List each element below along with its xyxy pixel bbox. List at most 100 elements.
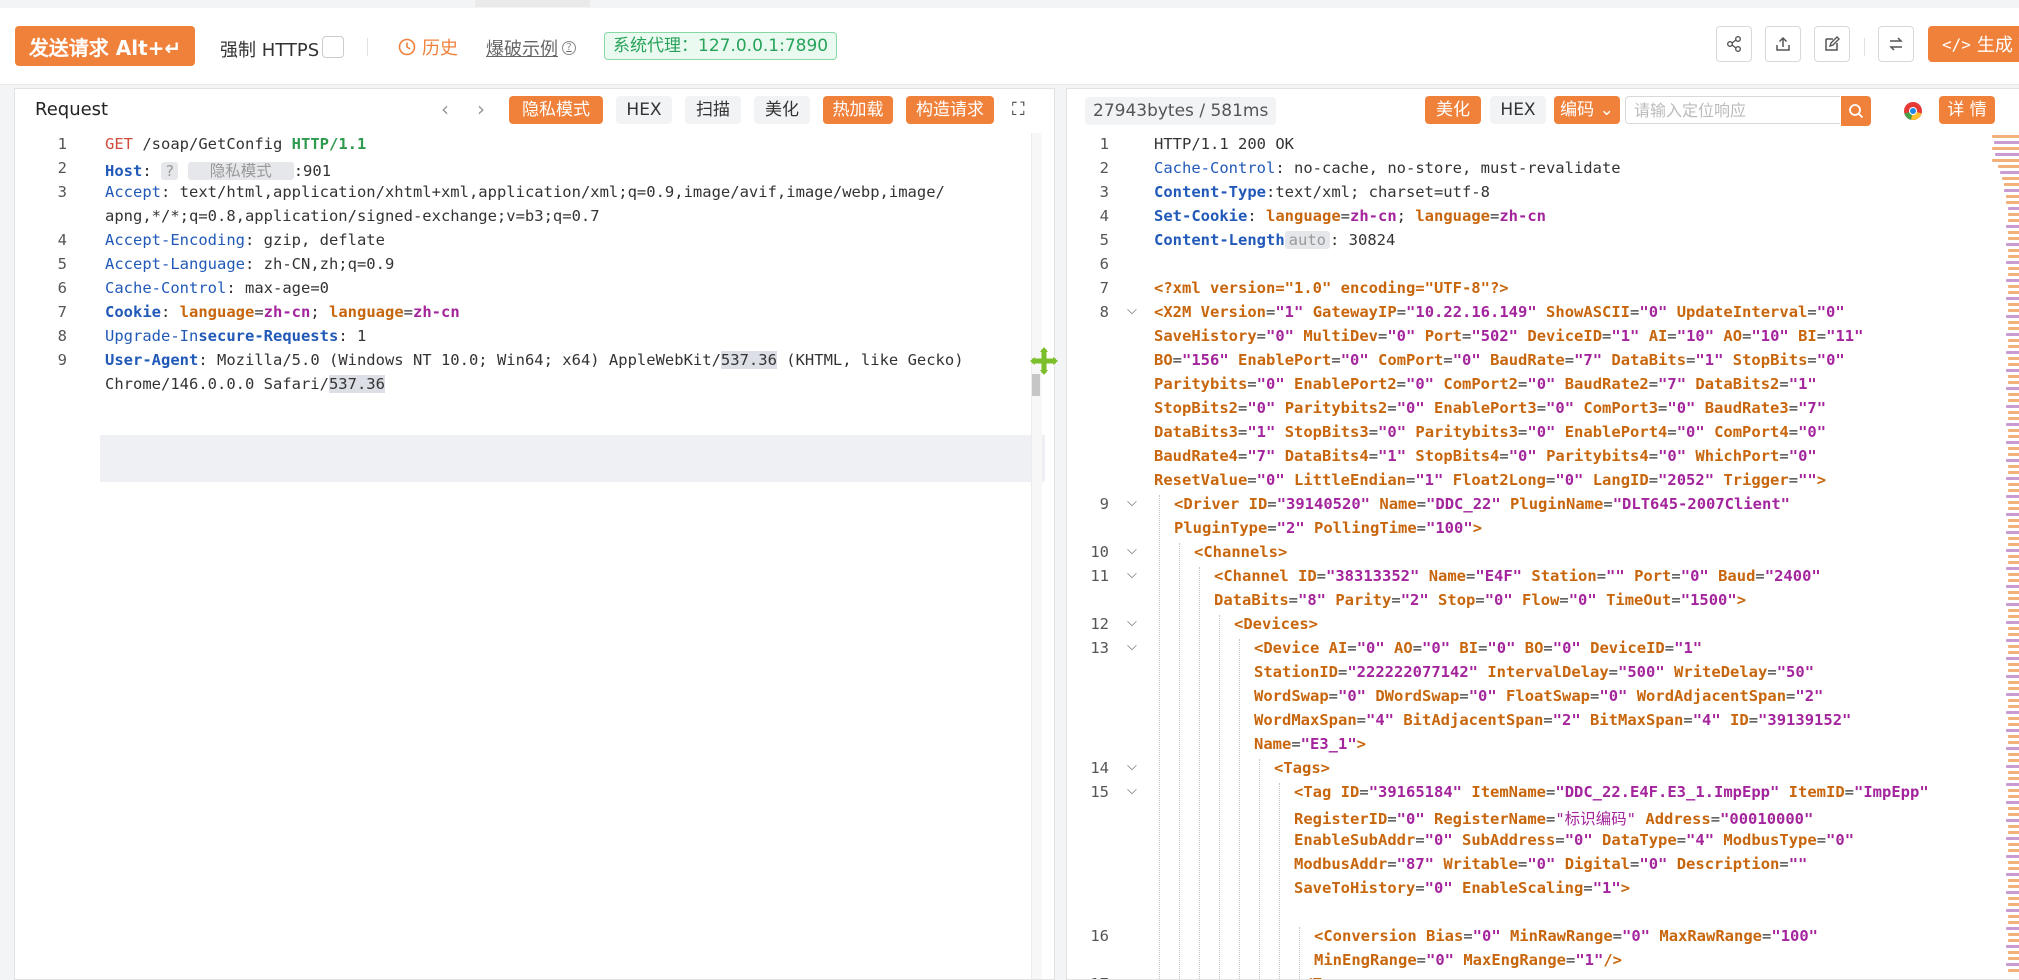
line-number: 5 [1099, 231, 1109, 249]
fold-chevron-icon[interactable]: ⌵ [1127, 543, 1137, 558]
line-number: 16 [1090, 927, 1109, 945]
beautify-button[interactable]: 美化 [754, 96, 810, 124]
xml-line: StationID="222222077142" IntervalDelay="… [1254, 663, 1815, 681]
xml-line: BaudRate4="7" DataBits4="1" StopBits4="0… [1154, 447, 1817, 465]
help-icon[interactable]: ? [562, 41, 576, 55]
hotload-button[interactable]: 热加载 [823, 96, 893, 124]
xml-line: SaveHistory="0" MultiDev="0" Port="502" … [1154, 327, 1864, 345]
header-line: Upgrade-Insecure-Requests: 1 [105, 327, 367, 345]
xml-line: <Tag ID="39165184" ItemName="DDC_22.E4F.… [1294, 783, 1929, 801]
line-number: 9 [57, 351, 67, 369]
xml-line: RegisterID="0" RegisterName="标识编码" Addre… [1294, 810, 1814, 828]
xml-line: <Channels> [1194, 543, 1288, 561]
edit-button[interactable] [1814, 26, 1850, 62]
detail-button[interactable]: 详 情 [1939, 96, 1995, 124]
request-editor[interactable]: 1 GET /soap/GetConfig HTTP/1.1 2 Host: ?… [15, 133, 1054, 979]
xml-line: <Driver ID="39140520" Name="DDC_22" Plug… [1174, 495, 1791, 513]
line-number: 7 [1099, 279, 1109, 297]
scan-button[interactable]: 扫描 [685, 96, 741, 124]
request-panel: Request ‹ › 隐私模式 HEX 扫描 美化 热加载 构造请求 ⛶ 1 … [14, 88, 1058, 980]
indent-guide [1179, 543, 1181, 979]
history-label: 历史 [422, 38, 458, 59]
line-number: 5 [57, 255, 67, 273]
export-button[interactable] [1765, 26, 1801, 62]
private-mode-button[interactable]: 隐私模式 [509, 96, 603, 124]
fold-chevron-icon[interactable]: ⌵ [1127, 567, 1137, 582]
hex-button[interactable]: HEX [616, 96, 672, 124]
fold-chevron-icon[interactable]: ⌵ [1127, 639, 1137, 654]
chevron-right-icon[interactable]: › [477, 97, 485, 121]
share-button[interactable] [1716, 26, 1752, 62]
header-line: Accept: text/html,application/xhtml+xml,… [105, 183, 945, 201]
indent-guide [1159, 495, 1161, 979]
response-beautify-button[interactable]: 美化 [1425, 96, 1481, 124]
fold-chevron-icon[interactable]: ⌵ [1127, 303, 1137, 318]
header-line: Accept-Language: zh-CN,zh;q=0.9 [105, 255, 395, 273]
status-line: HTTP/1.1 200 OK [1154, 135, 1294, 153]
xml-line: WordSwap="0" DWordSwap="0" FloatSwap="0"… [1254, 687, 1824, 705]
xml-line: BO="156" EnablePort="0" ComPort="0" Baud… [1154, 351, 1845, 369]
line-number: 10 [1090, 543, 1109, 561]
chevron-left-icon[interactable]: ‹ [441, 97, 449, 121]
send-request-button[interactable]: 发送请求 Alt+↵ [15, 26, 195, 66]
response-hex-button[interactable]: HEX [1490, 96, 1546, 124]
header-line: Cache-Control: no-cache, no-store, must-… [1154, 159, 1621, 177]
request-scrollbar[interactable] [1031, 133, 1042, 979]
line-number: 1 [57, 135, 67, 153]
header-line: Set-Cookie: language=zh-cn; language=zh-… [1154, 207, 1547, 225]
xml-line: ResetValue="0" LittleEndian="1" Float2Lo… [1154, 471, 1827, 489]
response-search-input[interactable]: 请输入定位响应 [1625, 96, 1840, 124]
burst-example-link[interactable]: 爆破示例 ? [486, 35, 576, 61]
chrome-icon[interactable] [1903, 101, 1923, 121]
indent-guide [1279, 783, 1281, 979]
resize-handle-icon[interactable] [1030, 347, 1058, 375]
header-line: Cookie: language=zh-cn; language=zh-cn [105, 303, 460, 321]
toolbar-divider [367, 38, 368, 56]
fold-chevron-icon[interactable]: ⌵ [1127, 759, 1137, 774]
header-line: User-Agent: Mozilla/5.0 (Windows NT 10.0… [105, 351, 964, 369]
indent-guide [1239, 639, 1241, 979]
line-number: 12 [1090, 615, 1109, 633]
construct-request-button[interactable]: 构造请求 [906, 96, 994, 124]
fold-chevron-icon[interactable]: ⌵ [1127, 783, 1137, 798]
xml-line: <X2M Version="1" GatewayIP="10.22.16.149… [1154, 303, 1845, 321]
response-minimap[interactable] [1992, 133, 2019, 979]
xml-line: SaveToHistory="0" EnableScaling="1"> [1294, 879, 1631, 897]
xml-line: <Channel ID="38313352" Name="E4F" Statio… [1214, 567, 1821, 585]
xml-line: EnableSubAddr="0" SubAddress="0" DataTyp… [1294, 831, 1855, 849]
indent-guide [1299, 927, 1301, 979]
line-number: 11 [1090, 567, 1109, 585]
request-line: GET /soap/GetConfig HTTP/1.1 [105, 135, 367, 153]
header-line: Host: ? 隐私模式:901 [105, 162, 332, 180]
xml-line: <Device AI="0" AO="0" BI="0" BO="0" Devi… [1254, 639, 1703, 657]
fold-chevron-icon[interactable]: ⌵ [1127, 495, 1137, 510]
xml-declaration: <?xml version="1.0" encoding="UTF-8"?> [1154, 279, 1509, 297]
response-panel: 27943bytes / 581ms 美化 HEX 编码 ⌄ 请输入定位响应 详… [1066, 88, 2019, 980]
indent-guide [1259, 759, 1261, 979]
line-number: 3 [57, 183, 67, 201]
force-https-checkbox[interactable] [322, 36, 344, 58]
fullscreen-icon[interactable]: ⛶ [1012, 99, 1025, 120]
xml-line: Paritybits="0" EnablePort2="0" ComPort2=… [1154, 375, 1817, 393]
response-editor[interactable]: 1 HTTP/1.1 200 OK 2 Cache-Control: no-ca… [1067, 133, 1991, 979]
main-toolbar: 发送请求 Alt+↵ 强制 HTTPS 历史 爆破示例 ? 系统代理：127.0… [0, 8, 2019, 85]
line-number: 4 [57, 231, 67, 249]
history-button[interactable]: 历史 [398, 34, 458, 60]
encoding-dropdown[interactable]: 编码 ⌄ [1554, 96, 1620, 124]
line-number: 13 [1090, 639, 1109, 657]
swap-button[interactable] [1878, 26, 1914, 62]
xml-line: <Conversion Bias="0" MinRawRange="0" Max… [1314, 927, 1819, 945]
upload-icon [1776, 36, 1790, 51]
system-proxy-badge[interactable]: 系统代理：127.0.0.1:7890 [604, 32, 838, 60]
request-scrollbar-thumb[interactable] [1032, 374, 1040, 396]
indent-guide [1199, 567, 1201, 979]
xml-line: <Devices> [1234, 615, 1318, 633]
line-number: 6 [57, 279, 67, 297]
fold-chevron-icon[interactable]: ⌵ [1127, 615, 1137, 630]
line-number: 15 [1090, 783, 1109, 801]
generate-button[interactable]: </> 生成 Y [1928, 26, 2019, 62]
line-number: 8 [57, 327, 67, 345]
header-line-continued: Chrome/146.0.0.0 Safari/537.36 [105, 375, 385, 393]
response-search-button[interactable] [1841, 96, 1871, 126]
line-number: 8 [1099, 303, 1109, 321]
